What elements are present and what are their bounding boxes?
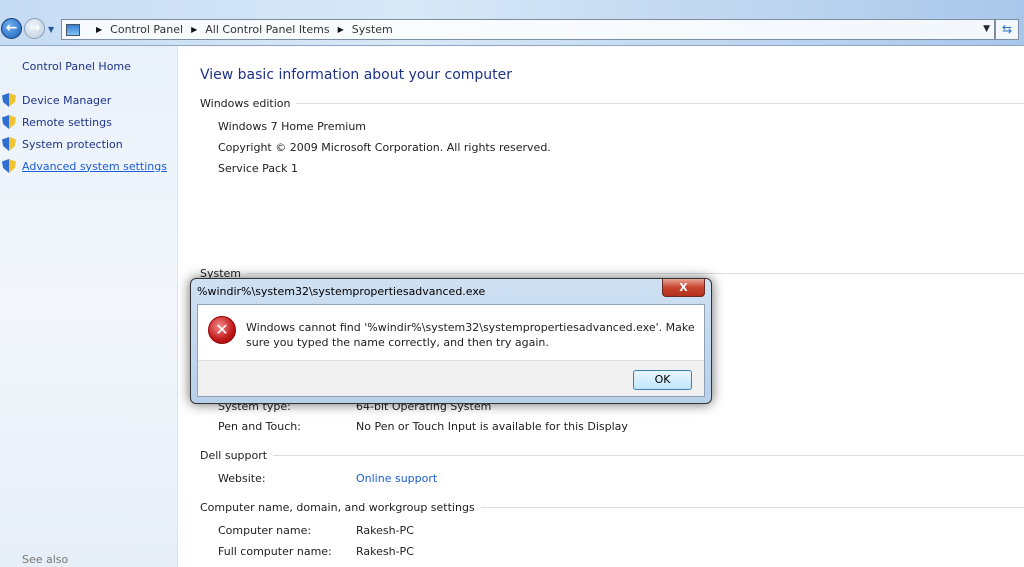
pen-touch-label: Pen and Touch:	[218, 420, 301, 433]
chevron-right-icon[interactable]: ▶	[338, 25, 344, 34]
back-button[interactable]: ←	[1, 18, 22, 39]
dialog-footer: OK	[198, 360, 704, 396]
ok-button[interactable]: OK	[633, 370, 692, 390]
address-dropdown-icon[interactable]: ▼	[983, 24, 990, 34]
computer-name-value: Rakesh-PC	[356, 524, 414, 537]
computer-name-section: Computer name, domain, and workgroup set…	[200, 501, 1024, 514]
edition-name: Windows 7 Home Premium	[218, 120, 367, 133]
sidebar-item-advanced-settings[interactable]: Advanced system settings	[2, 159, 167, 173]
explorer-toolbar: ← → ▼ ▶ Control Panel ▶ All Control Pane…	[0, 0, 1024, 46]
dialog-body: ✕ Windows cannot find '%windir%\system32…	[197, 304, 705, 397]
online-support-link[interactable]: Online support	[356, 472, 437, 485]
sidebar-home-link[interactable]: Control Panel Home	[22, 60, 131, 73]
chevron-right-icon[interactable]: ▶	[191, 25, 197, 34]
breadcrumb-control-panel[interactable]: Control Panel	[110, 23, 183, 36]
sidebar-item-device-manager[interactable]: Device Manager	[2, 93, 111, 107]
full-computer-name-value: Rakesh-PC	[356, 545, 414, 558]
shield-icon	[2, 159, 16, 173]
shield-icon	[2, 115, 16, 129]
dialog-close-button[interactable]: X	[662, 279, 705, 297]
recent-pages-dropdown[interactable]: ▼	[48, 25, 54, 34]
control-panel-icon	[66, 23, 80, 36]
shield-icon	[2, 137, 16, 151]
dialog-message-area: ✕ Windows cannot find '%windir%\system32…	[198, 305, 704, 359]
sidebar-item-system-protection[interactable]: System protection	[2, 137, 123, 151]
sidebar-item-remote-settings[interactable]: Remote settings	[2, 115, 112, 129]
copyright: Copyright © 2009 Microsoft Corporation. …	[218, 141, 551, 154]
breadcrumb-all-items[interactable]: All Control Panel Items	[205, 23, 329, 36]
dialog-message: Windows cannot find '%windir%\system32\s…	[246, 321, 695, 349]
windows-edition-section: Windows edition	[200, 97, 1024, 110]
error-icon: ✕	[208, 316, 236, 344]
full-computer-name-label: Full computer name:	[218, 545, 332, 558]
chevron-right-icon[interactable]: ▶	[96, 25, 102, 34]
see-also-label: See also	[22, 553, 69, 566]
shield-icon	[2, 93, 16, 107]
forward-button[interactable]: →	[24, 18, 45, 39]
error-dialog: %windir%\system32\systempropertiesadvanc…	[190, 278, 712, 404]
refresh-button[interactable]: ⇆	[995, 19, 1019, 40]
address-bar[interactable]: ▶ Control Panel ▶ All Control Panel Item…	[61, 19, 995, 40]
breadcrumb-system[interactable]: System	[352, 23, 393, 36]
service-pack: Service Pack 1	[218, 162, 298, 175]
sidebar: Control Panel Home Device Manager Remote…	[0, 46, 178, 567]
computer-name-label: Computer name:	[218, 524, 312, 537]
dell-support-section: Dell support	[200, 449, 1024, 462]
dialog-title: %windir%\system32\systempropertiesadvanc…	[197, 285, 486, 298]
page-title: View basic information about your comput…	[200, 67, 513, 83]
pen-touch-value: No Pen or Touch Input is available for t…	[356, 420, 628, 433]
website-label: Website:	[218, 472, 266, 485]
